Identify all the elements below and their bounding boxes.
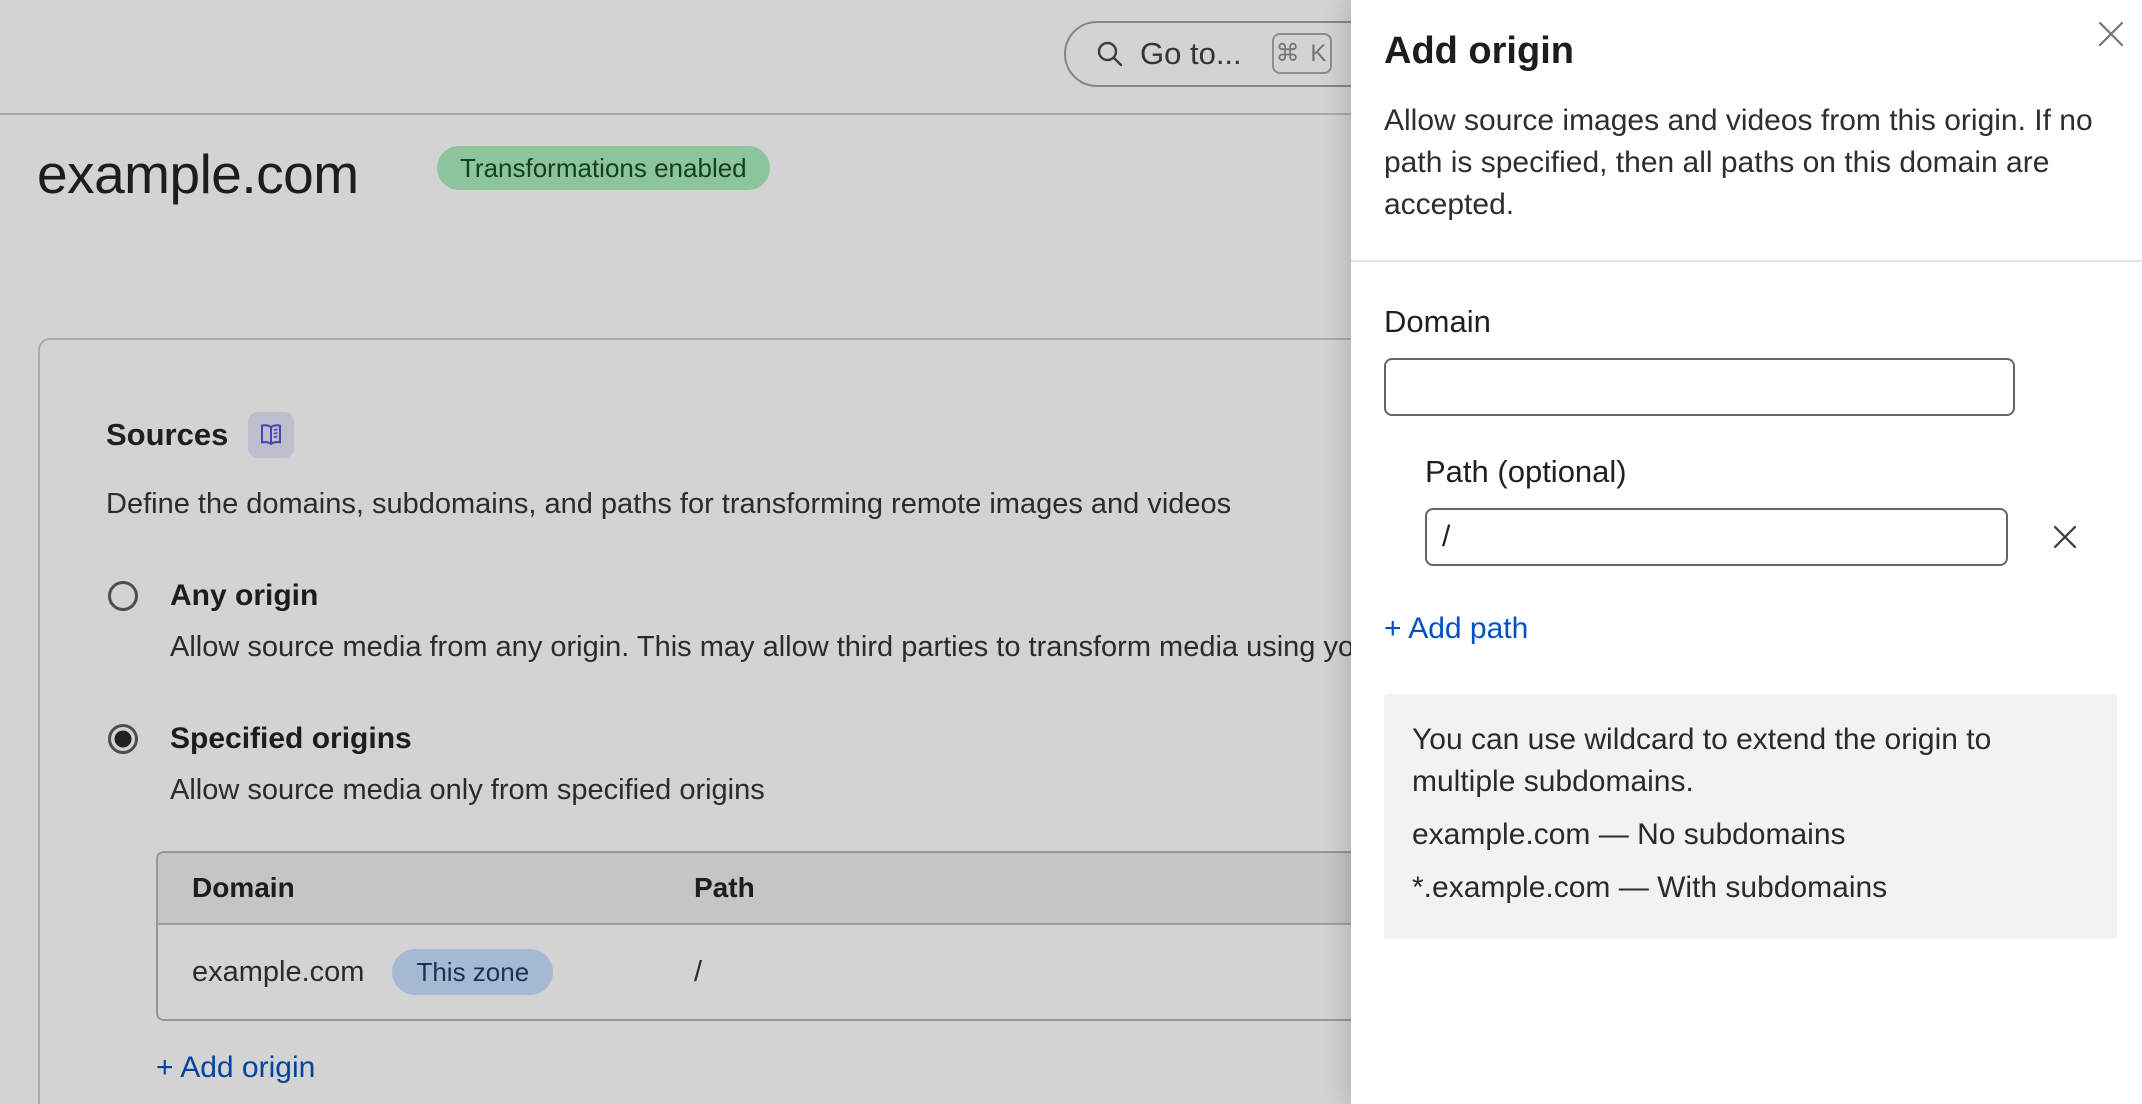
remove-path-button[interactable]	[2043, 515, 2087, 559]
wildcard-info-text: You can use wildcard to extend the origi…	[1412, 719, 2093, 803]
remove-x-icon	[2048, 520, 2082, 554]
add-origin-drawer: Add origin Allow source images and video…	[1351, 0, 2142, 1104]
drawer-title: Add origin	[1384, 30, 2117, 73]
drawer-description: Allow source images and videos from this…	[1384, 100, 2094, 226]
wildcard-example-no-subdomains: example.com — No subdomains	[1412, 814, 2093, 856]
add-path-link[interactable]: + Add path	[1384, 612, 1528, 646]
path-field-label: Path (optional)	[1425, 454, 1627, 489]
wildcard-info-box: You can use wildcard to extend the origi…	[1384, 694, 2117, 939]
drawer-close-button[interactable]	[2093, 16, 2129, 52]
domain-field-label: Domain	[1384, 304, 1491, 339]
domain-input[interactable]	[1384, 358, 2015, 416]
path-input[interactable]	[1425, 508, 2008, 566]
drawer-divider	[1351, 260, 2142, 262]
wildcard-example-with-subdomains: *.example.com — With subdomains	[1412, 867, 2093, 909]
close-icon	[2095, 18, 2127, 50]
